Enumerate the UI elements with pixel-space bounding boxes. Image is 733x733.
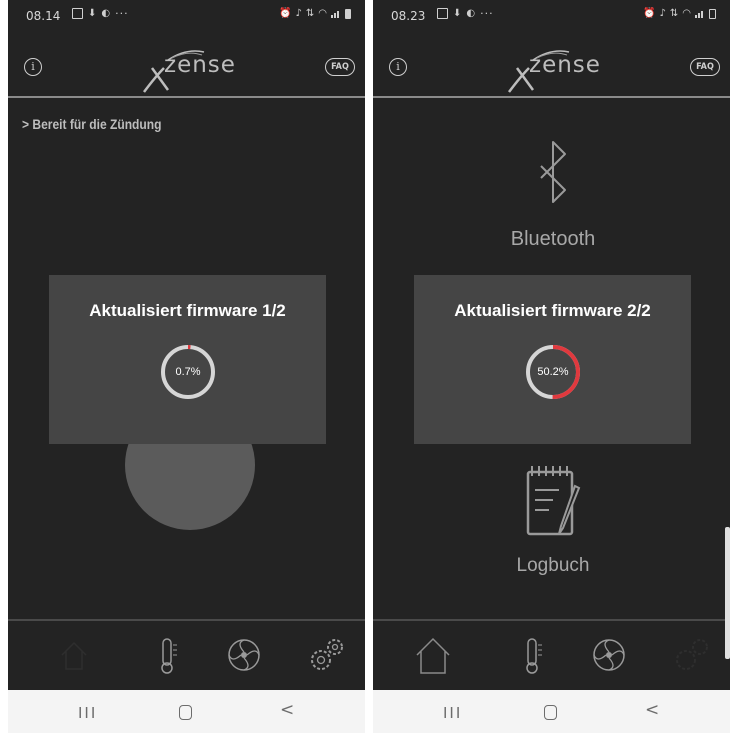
battery-icon bbox=[345, 8, 351, 19]
system-icons: ⏰ ♪ ⇅ ◠ bbox=[279, 8, 351, 19]
home-icon[interactable] bbox=[52, 633, 96, 677]
app-header: i zense FAQ bbox=[373, 40, 730, 95]
recent-apps-button[interactable]: III bbox=[78, 704, 97, 722]
info-icon[interactable]: i bbox=[24, 58, 42, 76]
data-signal-icon: ⇅ bbox=[669, 8, 679, 19]
status-time: 08.14 bbox=[26, 9, 61, 23]
download-icon: ⬇ bbox=[88, 8, 97, 19]
logbook-label: Logbuch bbox=[516, 555, 590, 576]
more-notifications-icon: ··· bbox=[480, 7, 494, 20]
mute-icon: ♪ bbox=[659, 8, 666, 19]
wifi-icon: ◠ bbox=[318, 8, 327, 19]
app-screen: 08.14 ⬇ ◐ ··· ⏰ ♪ ⇅ ◠ i zense FAQ > Bere… bbox=[8, 0, 365, 690]
status-time: 08.23 bbox=[391, 9, 426, 23]
faq-button[interactable]: FAQ bbox=[325, 58, 355, 76]
dialog-title: Aktualisiert firmware 2/2 bbox=[454, 301, 651, 320]
status-bar: 08.23 ⬇ ◐ ··· ⏰ ♪ ⇅ ◠ bbox=[373, 0, 730, 34]
bluetooth-menu-item[interactable]: Bluetooth bbox=[483, 138, 623, 258]
home-icon[interactable] bbox=[411, 633, 455, 677]
data-signal-icon: ⇅ bbox=[305, 8, 315, 19]
bottom-tab-bar bbox=[8, 621, 365, 690]
battery-icon bbox=[709, 8, 716, 19]
logo-text: zense bbox=[164, 52, 236, 78]
thermometer-icon[interactable] bbox=[146, 633, 190, 677]
alarm-icon: ⏰ bbox=[643, 8, 656, 19]
phone-screenshot-right: 08.23 ⬇ ◐ ··· ⏰ ♪ ⇅ ◠ i zense FAQ Blueto… bbox=[373, 0, 730, 733]
notification-icons: ⬇ ◐ ··· bbox=[437, 7, 494, 20]
gallery-icon bbox=[72, 8, 83, 19]
gallery-icon bbox=[437, 8, 448, 19]
thermometer-icon[interactable] bbox=[511, 633, 555, 677]
faq-button[interactable]: FAQ bbox=[690, 58, 720, 76]
bluetooth-icon bbox=[540, 141, 566, 203]
dialog-title: Aktualisiert firmware 1/2 bbox=[89, 301, 286, 320]
wifi-icon: ◠ bbox=[682, 8, 691, 19]
status-bar: 08.14 ⬇ ◐ ··· ⏰ ♪ ⇅ ◠ bbox=[8, 0, 365, 34]
home-button[interactable] bbox=[179, 705, 192, 720]
bluetooth-label: Bluetooth bbox=[510, 228, 596, 250]
notepad-icon bbox=[526, 466, 581, 536]
progress-ring: 0.7% bbox=[158, 342, 218, 402]
back-button[interactable]: < bbox=[645, 700, 659, 720]
header-divider bbox=[8, 96, 365, 98]
gears-icon[interactable] bbox=[304, 633, 348, 677]
gears-icon[interactable] bbox=[669, 633, 713, 677]
phone-screenshot-left: 08.14 ⬇ ◐ ··· ⏰ ♪ ⇅ ◠ i zense FAQ > Bere… bbox=[8, 0, 365, 733]
status-breadcrumb[interactable]: > Bereit für die Zündung bbox=[22, 116, 161, 132]
app-notification-icon: ◐ bbox=[101, 8, 111, 19]
app-screen: 08.23 ⬇ ◐ ··· ⏰ ♪ ⇅ ◠ i zense FAQ Blueto… bbox=[373, 0, 730, 690]
progress-ring: 50.2% bbox=[523, 342, 583, 402]
more-notifications-icon: ··· bbox=[115, 7, 129, 20]
progress-percentage: 50.2% bbox=[537, 366, 569, 378]
app-notification-icon: ◐ bbox=[466, 8, 476, 19]
download-icon: ⬇ bbox=[453, 8, 462, 19]
logbook-menu-item[interactable]: Logbuch bbox=[483, 462, 623, 587]
info-icon[interactable]: i bbox=[389, 58, 407, 76]
xzense-logo: zense bbox=[503, 46, 613, 98]
firmware-update-dialog: Aktualisiert firmware 1/2 0.7% bbox=[49, 275, 326, 444]
alarm-icon: ⏰ bbox=[279, 8, 292, 19]
logo-text: zense bbox=[529, 52, 601, 78]
android-nav-bar: III < bbox=[8, 690, 365, 733]
fan-icon[interactable] bbox=[222, 633, 266, 677]
header-divider bbox=[373, 96, 730, 98]
mute-icon: ♪ bbox=[295, 8, 302, 19]
xzense-logo: zense bbox=[138, 46, 248, 98]
cell-signal-icon bbox=[695, 11, 703, 18]
app-header: i zense FAQ bbox=[8, 40, 365, 95]
notification-icons: ⬇ ◐ ··· bbox=[72, 7, 129, 20]
bottom-tab-bar bbox=[373, 621, 730, 690]
scrollbar[interactable] bbox=[725, 527, 730, 659]
fan-icon[interactable] bbox=[587, 633, 631, 677]
back-button[interactable]: < bbox=[280, 700, 294, 720]
home-button[interactable] bbox=[544, 705, 557, 720]
firmware-update-dialog: Aktualisiert firmware 2/2 50.2% bbox=[414, 275, 691, 444]
cell-signal-icon bbox=[331, 11, 339, 18]
system-icons: ⏰ ♪ ⇅ ◠ bbox=[643, 8, 716, 19]
android-nav-bar: III < bbox=[373, 690, 730, 733]
recent-apps-button[interactable]: III bbox=[443, 704, 462, 722]
progress-percentage: 0.7% bbox=[175, 366, 201, 378]
